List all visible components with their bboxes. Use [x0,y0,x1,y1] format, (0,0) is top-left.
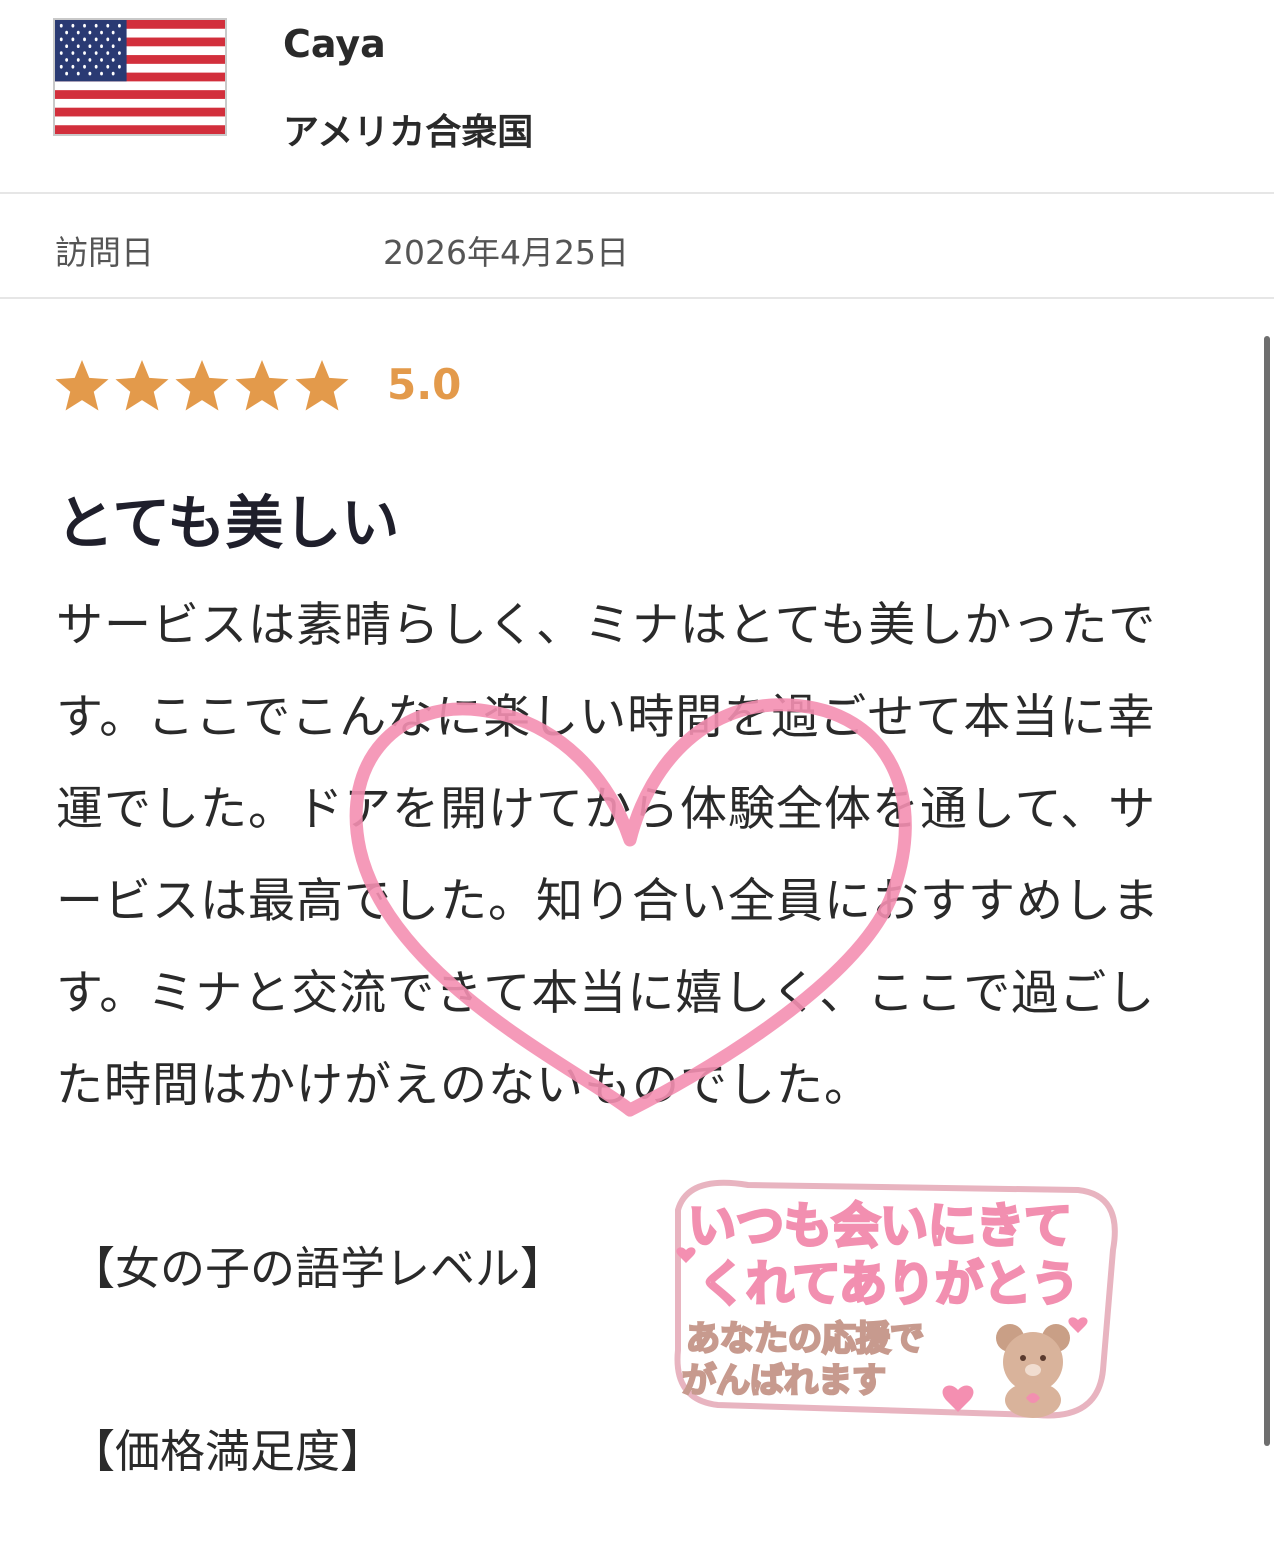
sticker-line4: がんばれます [682,1361,886,1401]
reviewer-header: Caya アメリカ合衆国 [0,0,1274,192]
star-icon [53,360,111,414]
divider [0,297,1274,299]
price-satisfaction-label: 【価格満足度】 [70,1425,386,1478]
star-icon [233,360,291,414]
sticker-line3: あなたの応援で [686,1319,924,1359]
us-flag-icon [53,18,227,136]
review-body-line: た時間はかけがえのないものでした。 [56,1058,872,1113]
rating-score: 5.0 [387,360,462,409]
review-title: とても美しい [56,489,400,557]
thank-you-sticker: いつも会いにきて くれてありがとう あなたの応援で がんばれます [658,1170,1128,1430]
sticker-line1: いつも会いにきて [688,1198,1072,1254]
scrollbar[interactable] [1264,336,1270,1446]
review-body-line: す。ミナと交流できて本当に嬉しく、ここで過ごし [56,966,1156,1021]
review-body-line: ービスは最高でした。知り合い全員におすすめしま [56,874,1160,929]
visit-date-value: 2026年4月25日 [383,233,629,272]
star-icon [293,360,351,414]
review-body-line: 運でした。ドアを開けてから体験全体を通して、サ [56,782,1157,837]
star-icon [113,360,171,414]
reviewer-name: Caya [283,22,386,66]
language-level-label: 【女の子の語学レベル】 [70,1242,566,1295]
review-body: サービスは素晴らしく、ミナはとても美しかったで す。ここでこんなに楽しい時間を過… [56,580,1196,1132]
star-rating [53,360,353,414]
review-body-line: す。ここでこんなに楽しい時間を過ごせて本当に幸 [56,690,1156,745]
reviewer-country: アメリカ合衆国 [283,112,534,153]
teddy-bear-icon [996,1324,1070,1418]
divider [0,192,1274,194]
sticker-line2: くれてありがとう [698,1256,1079,1312]
visit-date-label: 訪問日 [55,233,154,272]
star-icon [173,360,231,414]
review-body-line: サービスは素晴らしく、ミナはとても美しかったで [56,598,1157,653]
